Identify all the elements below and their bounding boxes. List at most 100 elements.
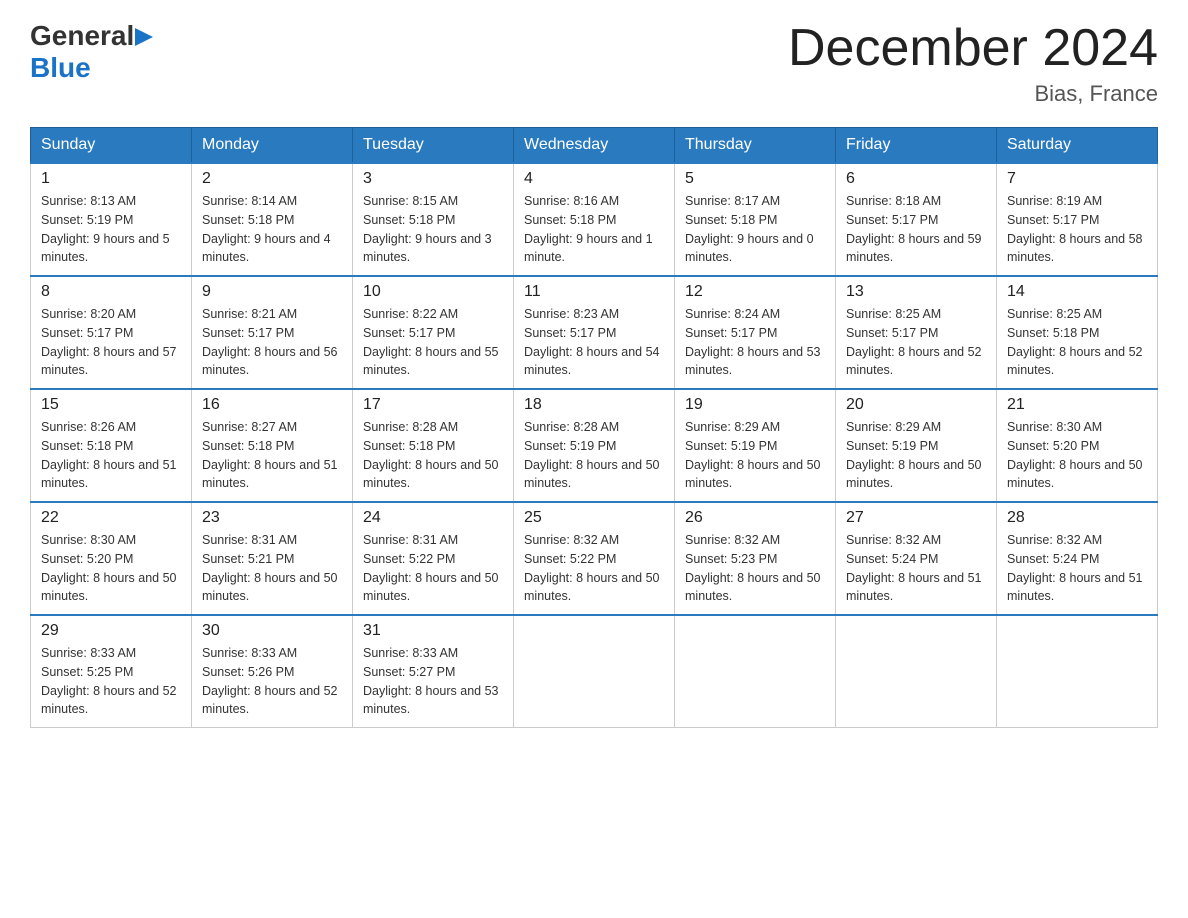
day-info: Sunrise: 8:28 AMSunset: 5:18 PMDaylight:… [363,420,499,490]
calendar-week-row: 29 Sunrise: 8:33 AMSunset: 5:25 PMDaylig… [31,615,1158,728]
calendar-day-cell: 8 Sunrise: 8:20 AMSunset: 5:17 PMDayligh… [31,276,192,389]
day-info: Sunrise: 8:32 AMSunset: 5:24 PMDaylight:… [1007,533,1143,603]
day-info: Sunrise: 8:30 AMSunset: 5:20 PMDaylight:… [41,533,177,603]
day-info: Sunrise: 8:31 AMSunset: 5:22 PMDaylight:… [363,533,499,603]
calendar-day-cell: 11 Sunrise: 8:23 AMSunset: 5:17 PMDaylig… [514,276,675,389]
month-title: December 2024 [788,20,1158,77]
day-info: Sunrise: 8:26 AMSunset: 5:18 PMDaylight:… [41,420,177,490]
day-info: Sunrise: 8:25 AMSunset: 5:18 PMDaylight:… [1007,307,1143,377]
calendar-day-header: Wednesday [514,128,675,164]
calendar-day-cell: 2 Sunrise: 8:14 AMSunset: 5:18 PMDayligh… [192,163,353,276]
day-number: 8 [41,283,181,301]
day-info: Sunrise: 8:13 AMSunset: 5:19 PMDaylight:… [41,194,170,264]
day-number: 20 [846,396,986,414]
day-info: Sunrise: 8:23 AMSunset: 5:17 PMDaylight:… [524,307,660,377]
day-number: 5 [685,170,825,188]
calendar-day-cell: 5 Sunrise: 8:17 AMSunset: 5:18 PMDayligh… [675,163,836,276]
calendar-day-header: Tuesday [353,128,514,164]
day-number: 3 [363,170,503,188]
day-info: Sunrise: 8:31 AMSunset: 5:21 PMDaylight:… [202,533,338,603]
day-number: 28 [1007,509,1147,527]
day-info: Sunrise: 8:30 AMSunset: 5:20 PMDaylight:… [1007,420,1143,490]
calendar-day-cell: 16 Sunrise: 8:27 AMSunset: 5:18 PMDaylig… [192,389,353,502]
calendar-day-cell [514,615,675,728]
calendar-day-cell: 15 Sunrise: 8:26 AMSunset: 5:18 PMDaylig… [31,389,192,502]
location-subtitle: Bias, France [788,81,1158,107]
day-info: Sunrise: 8:33 AMSunset: 5:25 PMDaylight:… [41,646,177,716]
calendar-day-cell [836,615,997,728]
calendar-day-cell: 9 Sunrise: 8:21 AMSunset: 5:17 PMDayligh… [192,276,353,389]
day-info: Sunrise: 8:33 AMSunset: 5:27 PMDaylight:… [363,646,499,716]
day-number: 15 [41,396,181,414]
day-number: 25 [524,509,664,527]
day-number: 9 [202,283,342,301]
calendar-day-cell: 27 Sunrise: 8:32 AMSunset: 5:24 PMDaylig… [836,502,997,615]
day-number: 17 [363,396,503,414]
day-number: 11 [524,283,664,301]
calendar-day-cell: 18 Sunrise: 8:28 AMSunset: 5:19 PMDaylig… [514,389,675,502]
day-info: Sunrise: 8:28 AMSunset: 5:19 PMDaylight:… [524,420,660,490]
day-number: 27 [846,509,986,527]
day-number: 12 [685,283,825,301]
day-number: 2 [202,170,342,188]
page-header: General Blue December 2024 Bias, France [30,20,1158,107]
logo-arrow-icon [135,26,157,48]
day-number: 21 [1007,396,1147,414]
calendar-day-cell: 14 Sunrise: 8:25 AMSunset: 5:18 PMDaylig… [997,276,1158,389]
calendar-day-header: Monday [192,128,353,164]
calendar-day-cell: 17 Sunrise: 8:28 AMSunset: 5:18 PMDaylig… [353,389,514,502]
calendar-day-cell: 30 Sunrise: 8:33 AMSunset: 5:26 PMDaylig… [192,615,353,728]
day-number: 26 [685,509,825,527]
calendar-header-row: SundayMondayTuesdayWednesdayThursdayFrid… [31,128,1158,164]
title-section: December 2024 Bias, France [788,20,1158,107]
calendar-day-cell: 25 Sunrise: 8:32 AMSunset: 5:22 PMDaylig… [514,502,675,615]
calendar-day-cell [675,615,836,728]
day-info: Sunrise: 8:14 AMSunset: 5:18 PMDaylight:… [202,194,331,264]
logo-blue-text: Blue [30,52,91,84]
calendar-day-header: Friday [836,128,997,164]
calendar-day-cell: 28 Sunrise: 8:32 AMSunset: 5:24 PMDaylig… [997,502,1158,615]
day-number: 16 [202,396,342,414]
day-info: Sunrise: 8:32 AMSunset: 5:23 PMDaylight:… [685,533,821,603]
day-info: Sunrise: 8:33 AMSunset: 5:26 PMDaylight:… [202,646,338,716]
day-number: 31 [363,622,503,640]
calendar-day-cell: 24 Sunrise: 8:31 AMSunset: 5:22 PMDaylig… [353,502,514,615]
calendar-week-row: 22 Sunrise: 8:30 AMSunset: 5:20 PMDaylig… [31,502,1158,615]
calendar-day-cell: 23 Sunrise: 8:31 AMSunset: 5:21 PMDaylig… [192,502,353,615]
day-info: Sunrise: 8:32 AMSunset: 5:24 PMDaylight:… [846,533,982,603]
day-number: 10 [363,283,503,301]
calendar-day-cell: 1 Sunrise: 8:13 AMSunset: 5:19 PMDayligh… [31,163,192,276]
day-info: Sunrise: 8:21 AMSunset: 5:17 PMDaylight:… [202,307,338,377]
calendar-day-cell: 22 Sunrise: 8:30 AMSunset: 5:20 PMDaylig… [31,502,192,615]
day-info: Sunrise: 8:27 AMSunset: 5:18 PMDaylight:… [202,420,338,490]
day-info: Sunrise: 8:24 AMSunset: 5:17 PMDaylight:… [685,307,821,377]
day-info: Sunrise: 8:29 AMSunset: 5:19 PMDaylight:… [846,420,982,490]
day-number: 30 [202,622,342,640]
day-info: Sunrise: 8:20 AMSunset: 5:17 PMDaylight:… [41,307,177,377]
logo: General Blue [30,20,157,84]
day-info: Sunrise: 8:22 AMSunset: 5:17 PMDaylight:… [363,307,499,377]
day-info: Sunrise: 8:17 AMSunset: 5:18 PMDaylight:… [685,194,814,264]
day-number: 18 [524,396,664,414]
calendar-day-header: Sunday [31,128,192,164]
calendar-week-row: 8 Sunrise: 8:20 AMSunset: 5:17 PMDayligh… [31,276,1158,389]
calendar-day-header: Saturday [997,128,1158,164]
calendar-table: SundayMondayTuesdayWednesdayThursdayFrid… [30,127,1158,728]
calendar-day-cell: 13 Sunrise: 8:25 AMSunset: 5:17 PMDaylig… [836,276,997,389]
calendar-day-cell: 20 Sunrise: 8:29 AMSunset: 5:19 PMDaylig… [836,389,997,502]
calendar-day-header: Thursday [675,128,836,164]
day-number: 13 [846,283,986,301]
calendar-day-cell: 6 Sunrise: 8:18 AMSunset: 5:17 PMDayligh… [836,163,997,276]
day-number: 6 [846,170,986,188]
day-info: Sunrise: 8:15 AMSunset: 5:18 PMDaylight:… [363,194,492,264]
calendar-week-row: 1 Sunrise: 8:13 AMSunset: 5:19 PMDayligh… [31,163,1158,276]
day-info: Sunrise: 8:18 AMSunset: 5:17 PMDaylight:… [846,194,982,264]
day-number: 24 [363,509,503,527]
calendar-day-cell: 31 Sunrise: 8:33 AMSunset: 5:27 PMDaylig… [353,615,514,728]
calendar-day-cell: 19 Sunrise: 8:29 AMSunset: 5:19 PMDaylig… [675,389,836,502]
calendar-day-cell: 4 Sunrise: 8:16 AMSunset: 5:18 PMDayligh… [514,163,675,276]
calendar-week-row: 15 Sunrise: 8:26 AMSunset: 5:18 PMDaylig… [31,389,1158,502]
day-number: 4 [524,170,664,188]
calendar-day-cell: 26 Sunrise: 8:32 AMSunset: 5:23 PMDaylig… [675,502,836,615]
day-number: 23 [202,509,342,527]
